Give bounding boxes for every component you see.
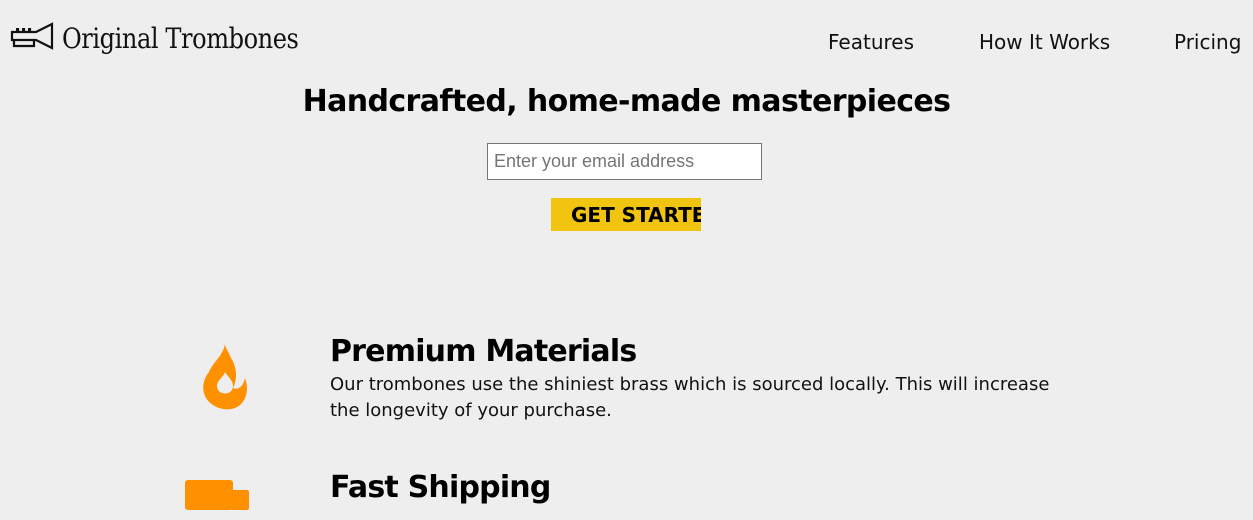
main-nav: Features How It Works Pricing [0,30,1253,56]
nav-link-how-it-works[interactable]: How It Works [979,30,1110,54]
nav-link-pricing[interactable]: Pricing [1174,30,1241,54]
truck-icon [185,480,249,510]
get-started-button[interactable]: GET STARTED [551,198,701,231]
fire-icon [203,344,247,410]
site-header: Original Trombones Features How It Works… [0,0,1253,80]
nav-link-features[interactable]: Features [828,30,914,54]
email-input[interactable] [487,143,762,180]
hero-title: Handcrafted, home-made masterpieces [302,84,951,119]
feature-title: Premium Materials [330,334,637,369]
feature-description: Our trombones use the shiniest brass whi… [330,374,1050,421]
feature-title: Fast Shipping [330,470,551,505]
